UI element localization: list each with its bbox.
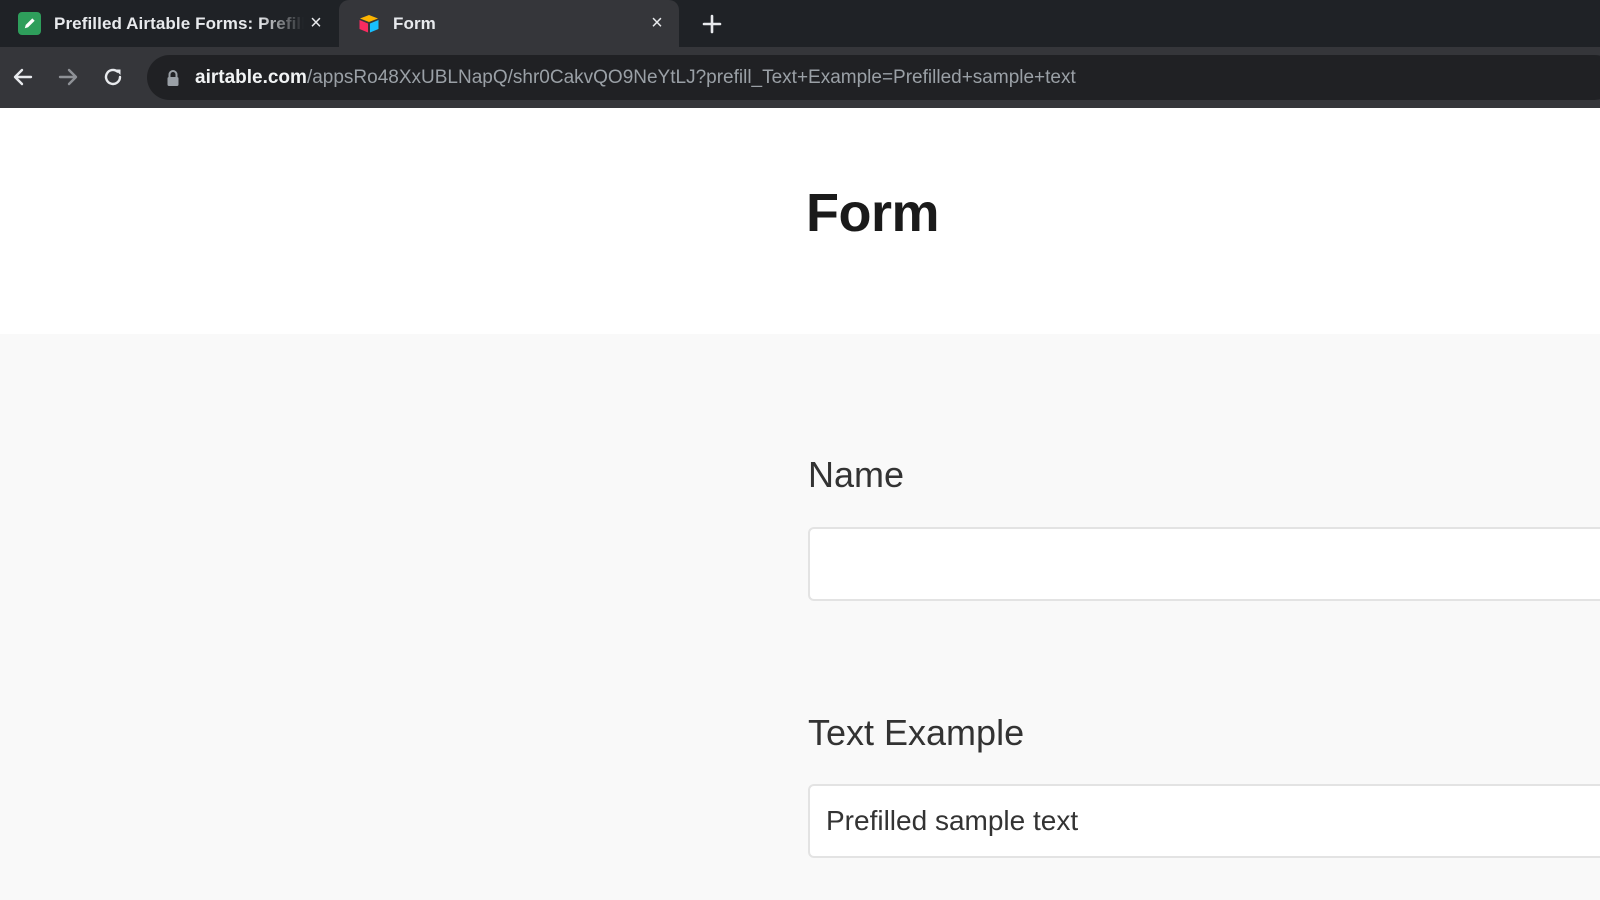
form-body: Name Text Example <box>0 334 1600 900</box>
text-example-field[interactable] <box>808 784 1600 858</box>
reload-icon <box>104 68 122 86</box>
arrow-right-icon <box>58 68 78 86</box>
lock-icon[interactable] <box>163 68 183 88</box>
close-icon[interactable]: × <box>645 12 669 36</box>
tab-prefilled-airtable-forms[interactable]: Prefilled Airtable Forms: Prefill × <box>0 0 338 47</box>
green-pencil-icon <box>18 12 41 35</box>
name-field-label: Name <box>808 454 905 495</box>
text-example-field-label: Text Example <box>808 712 1025 753</box>
page-title: Form <box>806 183 940 243</box>
tab-title: Form <box>393 13 436 33</box>
tab-form[interactable]: Form × <box>339 0 679 47</box>
plus-icon <box>702 14 722 34</box>
name-field[interactable] <box>808 527 1600 601</box>
new-tab-button[interactable] <box>697 9 727 39</box>
address-bar[interactable]: airtable.com/appsRo48XxUBLNapQ/shr0CakvQ… <box>147 55 1600 100</box>
url-text: airtable.com/appsRo48XxUBLNapQ/shr0CakvQ… <box>195 67 1076 89</box>
url-host: airtable.com <box>195 66 307 88</box>
browser-toolbar: airtable.com/appsRo48XxUBLNapQ/shr0CakvQ… <box>0 47 1600 108</box>
arrow-left-icon <box>13 68 33 86</box>
url-path: /appsRo48XxUBLNapQ/shr0CakvQO9NeYtLJ?pre… <box>306 66 1076 88</box>
tab-title: Prefilled Airtable Forms: Prefill <box>54 13 304 33</box>
form-header: Form <box>0 108 1600 334</box>
airtable-logo-icon <box>357 12 380 35</box>
forward-button[interactable] <box>53 62 83 92</box>
close-icon[interactable]: × <box>304 12 328 36</box>
reload-button[interactable] <box>98 62 128 92</box>
back-button[interactable] <box>8 62 38 92</box>
browser-tab-strip: Prefilled Airtable Forms: Prefill × Form… <box>0 0 1600 47</box>
